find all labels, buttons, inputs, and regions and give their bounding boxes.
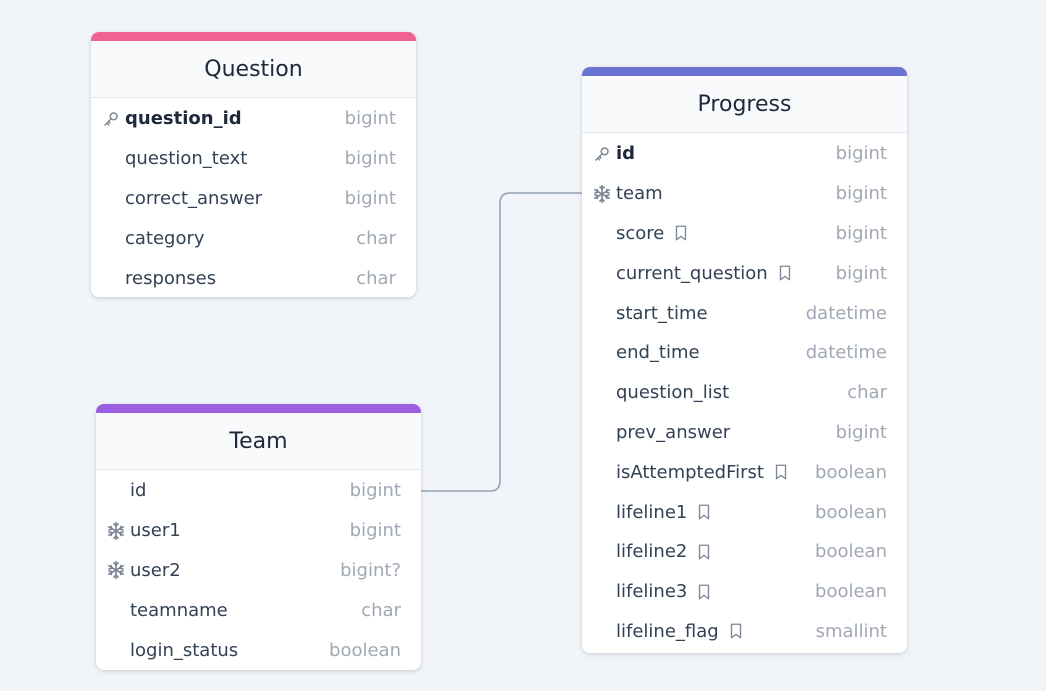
field-name: user1: [130, 520, 181, 542]
field-type: bigint: [349, 480, 401, 502]
field-row[interactable]: end_time datetime: [582, 333, 907, 373]
field-type: bigint?: [340, 559, 401, 581]
field-row[interactable]: isAttemptedFirst boolean: [582, 452, 907, 492]
snowflake-icon: [106, 521, 126, 541]
field-row[interactable]: lifeline2 boolean: [582, 532, 907, 572]
snowflake-icon: [592, 184, 612, 204]
field-name: question_text: [125, 148, 248, 170]
field-type: bigint: [835, 262, 887, 284]
table-title: Progress: [582, 76, 907, 133]
bookmark-icon[interactable]: [695, 583, 713, 601]
table-progress[interactable]: Progress id bigint team bigint score bigint cu…: [582, 67, 907, 653]
field-list: id bigint user1 bigint user2 bigint? teamname c…: [96, 470, 421, 670]
field-list: id bigint team bigint score bigint current_que…: [582, 133, 907, 651]
field-name: login_status: [130, 639, 239, 661]
field-name: teamname: [130, 599, 228, 621]
field-name: lifeline_flag: [616, 620, 719, 642]
field-name: lifeline1: [616, 501, 688, 523]
field-type: char: [847, 382, 887, 404]
field-name: prev_answer: [616, 421, 731, 443]
bookmark-icon[interactable]: [772, 463, 790, 481]
field-type: bigint: [344, 108, 396, 130]
field-row[interactable]: lifeline3 boolean: [582, 572, 907, 612]
field-name: question_id: [125, 108, 242, 130]
bookmark-icon[interactable]: [695, 543, 713, 561]
field-name: current_question: [616, 262, 768, 284]
field-name: id: [616, 143, 636, 165]
field-name: correct_answer: [125, 187, 263, 209]
field-name: lifeline3: [616, 581, 688, 603]
field-type: bigint: [349, 520, 401, 542]
key-icon: [101, 109, 121, 129]
field-name: lifeline2: [616, 541, 688, 563]
field-row[interactable]: question_text bigint: [91, 139, 416, 179]
field-row[interactable]: id bigint: [582, 134, 907, 174]
field-name: isAttemptedFirst: [616, 461, 764, 483]
field-type: char: [361, 599, 401, 621]
field-row[interactable]: user2 bigint?: [96, 551, 421, 591]
field-row[interactable]: prev_answer bigint: [582, 413, 907, 453]
field-type: bigint: [835, 183, 887, 205]
field-type: boolean: [815, 461, 887, 483]
field-name: question_list: [616, 382, 730, 404]
field-row[interactable]: lifeline_flag smallint: [582, 612, 907, 652]
field-name: end_time: [616, 342, 700, 364]
relationship-line-team-progress: [421, 192, 583, 492]
table-color-bar: [582, 67, 907, 76]
field-row[interactable]: current_question bigint: [582, 253, 907, 293]
field-name: start_time: [616, 302, 708, 324]
field-row[interactable]: lifeline1 boolean: [582, 492, 907, 532]
field-row[interactable]: start_time datetime: [582, 293, 907, 333]
field-row[interactable]: responses char: [91, 258, 416, 297]
field-type: boolean: [815, 581, 887, 603]
field-row[interactable]: id bigint: [96, 471, 421, 511]
field-name: score: [616, 222, 665, 244]
table-team[interactable]: Team id bigint user1 bigint user2 bigint? team…: [96, 404, 421, 670]
field-type: char: [356, 267, 396, 289]
field-type: bigint: [835, 143, 887, 165]
field-row[interactable]: login_status boolean: [96, 630, 421, 670]
field-type: bigint: [835, 421, 887, 443]
table-color-bar: [96, 404, 421, 413]
field-row[interactable]: category char: [91, 218, 416, 258]
field-type: boolean: [329, 639, 401, 661]
field-list: question_id bigint question_text bigint corr…: [91, 98, 416, 297]
key-icon: [592, 144, 612, 164]
field-row[interactable]: question_id bigint: [91, 99, 416, 139]
table-color-bar: [91, 32, 416, 41]
field-row[interactable]: user1 bigint: [96, 511, 421, 551]
field-type: datetime: [805, 302, 887, 324]
field-row[interactable]: score bigint: [582, 214, 907, 254]
field-type: bigint: [835, 222, 887, 244]
field-type: datetime: [805, 342, 887, 364]
field-name: id: [130, 480, 147, 502]
table-title: Question: [91, 41, 416, 98]
field-row[interactable]: team bigint: [582, 174, 907, 214]
field-name: team: [616, 183, 663, 205]
field-type: char: [356, 227, 396, 249]
field-row[interactable]: correct_answer bigint: [91, 179, 416, 219]
field-name: user2: [130, 559, 181, 581]
bookmark-icon[interactable]: [672, 224, 690, 242]
bookmark-icon[interactable]: [695, 503, 713, 521]
snowflake-icon: [106, 560, 126, 580]
field-type: bigint: [344, 187, 396, 209]
table-title: Team: [96, 413, 421, 470]
table-question[interactable]: Question question_id bigint question_text b…: [91, 32, 416, 297]
field-type: bigint: [344, 148, 396, 170]
field-row[interactable]: teamname char: [96, 590, 421, 630]
field-type: boolean: [815, 501, 887, 523]
field-name: category: [125, 227, 205, 249]
field-type: boolean: [815, 541, 887, 563]
field-type: smallint: [815, 620, 887, 642]
bookmark-icon[interactable]: [727, 622, 745, 640]
field-name: responses: [125, 267, 217, 289]
diagram-canvas: Question question_id bigint question_text b…: [0, 0, 1046, 691]
field-row[interactable]: question_list char: [582, 373, 907, 413]
bookmark-icon[interactable]: [776, 264, 794, 282]
